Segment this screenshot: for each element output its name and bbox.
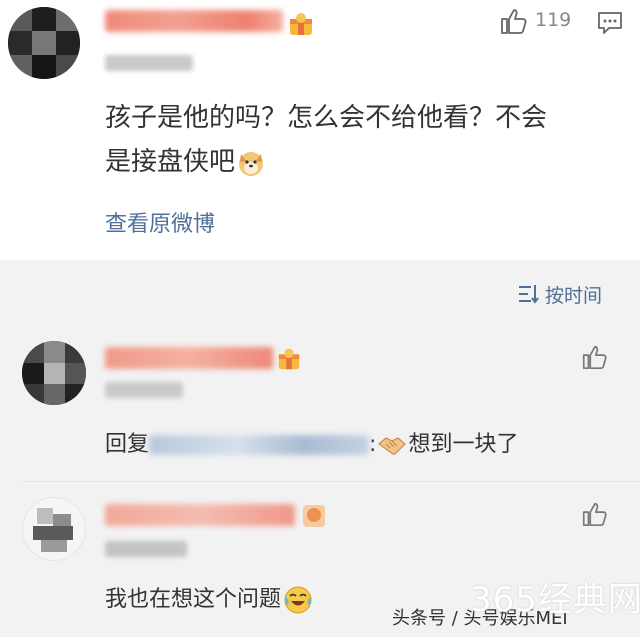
like-icon[interactable]: [580, 343, 608, 371]
avatar[interactable]: [8, 7, 80, 79]
site-watermark: 365经典网: [470, 580, 640, 620]
reply-separator: :: [369, 432, 377, 457]
divider: [22, 481, 640, 482]
reply-text: 我也在想这个问题: [105, 581, 313, 615]
username-blurred[interactable]: [105, 347, 273, 369]
post-text-line2-text: 是接盘侠吧: [105, 147, 236, 177]
reply-body: 想到一块了: [408, 432, 519, 457]
view-original-link[interactable]: 查看原微博: [105, 206, 215, 238]
laughing-crying-emoji-icon: [284, 586, 312, 614]
sort-label: 按时间: [545, 285, 603, 307]
post-text: 孩子是他的吗？怎么会不给他看？不会 是接盘侠吧: [105, 96, 547, 184]
post-time-blurred: [105, 55, 193, 71]
username-blurred[interactable]: [105, 504, 295, 526]
comment-icon[interactable]: [596, 10, 624, 36]
avatar[interactable]: [22, 497, 86, 561]
avatar[interactable]: [22, 341, 86, 405]
reply-text: 回复: 想到一块了: [105, 426, 518, 458]
like-icon[interactable]: [498, 6, 528, 36]
reply-time-blurred: [105, 541, 187, 557]
doge-emoji-icon: [239, 151, 264, 176]
reply-body: 我也在想这个问题: [105, 587, 282, 612]
handshake-emoji-icon: [378, 437, 407, 455]
flower-badge-icon: [303, 505, 325, 527]
like-count: 119: [535, 9, 572, 31]
sort-icon: [519, 285, 539, 304]
mention-blurred[interactable]: [149, 435, 370, 455]
like-icon[interactable]: [580, 500, 608, 528]
vip-badge-icon: [290, 13, 312, 35]
post-text-line1: 孩子是他的吗？怎么会不给他看？不会: [105, 103, 548, 133]
username-blurred[interactable]: [105, 10, 283, 32]
post-card: 119 孩子是他的吗？怎么会不给他看？不会 是接盘侠吧 查看原微博: [0, 0, 640, 260]
reply-prefix: 回复: [105, 432, 150, 457]
vip-badge-icon: [278, 348, 300, 370]
reply-time-blurred: [105, 382, 183, 398]
post-text-line2: 是接盘侠吧: [105, 140, 547, 184]
